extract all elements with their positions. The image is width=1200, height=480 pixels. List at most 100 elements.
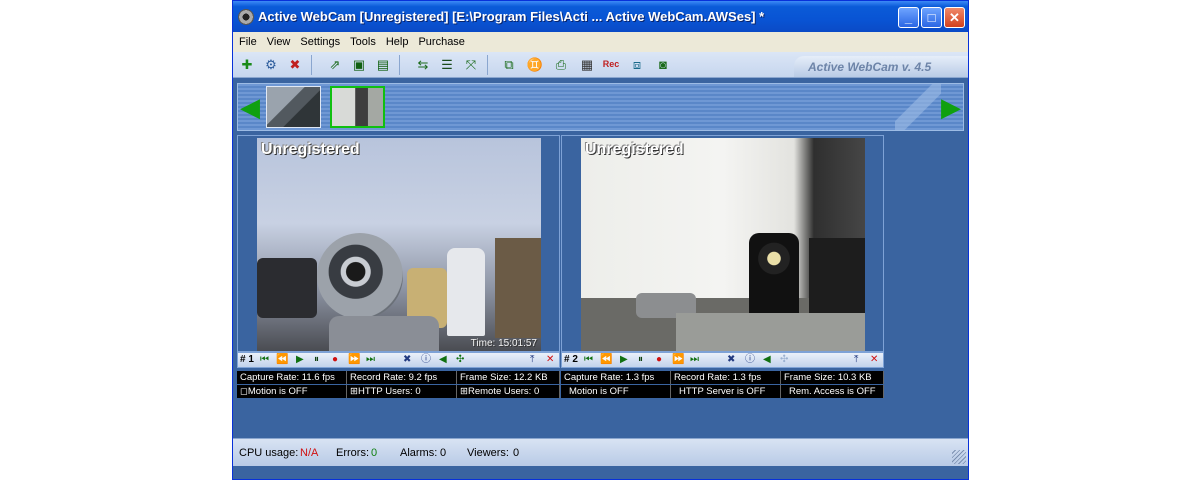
toolbar-separator — [399, 55, 400, 75]
close-camera-icon[interactable]: ✕ — [870, 353, 878, 367]
fast-forward-icon[interactable]: ⏩ — [672, 353, 684, 367]
camera-control-bar: # 2 ⏮ ⏪ ▶ ⏸ ● ⏩ ⏭ ✖ ⓘ ◀ ✣ ⤒ ✕ — [561, 352, 884, 368]
fast-forward-icon[interactable]: ⏩ — [348, 353, 360, 367]
camera-stats: Capture Rate: 11.6 fps Record Rate: 9.2 … — [237, 371, 560, 399]
users-icon[interactable]: ♊ — [525, 55, 545, 74]
menu-help[interactable]: Help — [386, 36, 409, 48]
camera-video-feed[interactable]: Unregistered — [581, 138, 865, 351]
tools-icon[interactable]: ✖ — [403, 353, 411, 367]
frame-size: Frame Size: 12.2 KB — [457, 371, 560, 384]
status-bar: CPU usage: N/A Errors: 0 Alarms: 0 Viewe… — [233, 438, 968, 466]
remote-access-status: Rem. Access is OFF — [781, 385, 884, 398]
stats-row: Capture Rate: 1.3 fps Record Rate: 1.3 f… — [561, 371, 884, 384]
menu-view[interactable]: View — [267, 36, 291, 48]
info-icon[interactable]: ⓘ — [421, 353, 431, 367]
menu-purchase[interactable]: Purchase — [418, 36, 464, 48]
telephone-shape — [257, 258, 317, 318]
menu-tools[interactable]: Tools — [350, 36, 376, 48]
log-icon[interactable]: ☰ — [437, 55, 457, 74]
menu-file[interactable]: File — [239, 36, 257, 48]
capture-rate: Capture Rate: 11.6 fps — [237, 371, 347, 384]
resize-grip-icon[interactable] — [952, 450, 966, 464]
camera-thumbnail-1[interactable] — [266, 86, 321, 128]
motion-icon[interactable]: ✣ — [780, 353, 788, 367]
remove-camera-icon[interactable]: ✖ — [285, 55, 305, 74]
checkbox-icon[interactable]: ◻ — [240, 386, 248, 397]
pause-icon[interactable]: ⏸ — [638, 353, 643, 367]
volume-icon[interactable]: ◀ — [763, 353, 771, 367]
chair-shape — [495, 238, 541, 338]
http-server-status: HTTP Server is OFF — [671, 385, 781, 398]
volume-icon[interactable]: ◀ — [439, 353, 447, 367]
fullscreen-icon[interactable]: ⤧ — [461, 55, 481, 74]
motion-icon[interactable]: ✣ — [456, 353, 464, 367]
menu-bar: File View Settings Tools Help Purchase — [233, 32, 968, 52]
import-icon[interactable]: ⇆ — [413, 55, 433, 74]
snapshot-icon[interactable]: ◙ — [653, 55, 673, 74]
camera-control-bar: # 1 ⏮ ⏪ ▶ ⏸ ● ⏩ ⏭ ✖ ⓘ ◀ ✣ ⤒ ✕ — [237, 352, 560, 368]
title-bar[interactable]: Active WebCam [Unregistered] [E:\Program… — [233, 1, 968, 32]
errors-value: 0 — [371, 447, 378, 459]
video-frame: Unregistered — [561, 135, 884, 352]
save-as-icon[interactable]: ▤ — [373, 55, 393, 74]
open-session-icon[interactable]: ⇗ — [325, 55, 345, 74]
webcam-app-icon[interactable] — [238, 9, 254, 25]
menu-settings[interactable]: Settings — [300, 36, 340, 48]
move-up-icon[interactable]: ⤒ — [854, 353, 858, 367]
scroll-right-arrow-icon[interactable]: ▶ — [941, 92, 961, 122]
cpu-usage-value: N/A — [300, 447, 319, 459]
camera-panel-2: Unregistered # 2 ⏮ ⏪ ▶ ⏸ ● ⏩ ⏭ ✖ ⓘ ◀ ✣ ⤒… — [561, 135, 884, 399]
close-button[interactable]: ✕ — [944, 7, 965, 28]
checkbox-icon[interactable]: ⊞ — [460, 386, 468, 397]
first-frame-icon[interactable]: ⏮ — [260, 353, 269, 367]
app-window: Active WebCam [Unregistered] [E:\Program… — [232, 0, 969, 480]
record-icon[interactable]: Rec — [601, 55, 621, 74]
close-camera-icon[interactable]: ✕ — [546, 353, 554, 367]
screens-icon[interactable]: ⧈ — [627, 55, 647, 74]
broadcast-icon[interactable]: ⎙ — [551, 55, 571, 74]
minimize-button[interactable]: _ — [898, 7, 919, 28]
errors-label: Errors: — [336, 447, 369, 459]
video-frame: Unregistered Time: 15:01:57 — [237, 135, 560, 352]
play-icon[interactable]: ▶ — [620, 353, 628, 367]
record-dot-icon[interactable]: ● — [332, 353, 338, 367]
checkbox-icon[interactable]: ⊞ — [350, 386, 358, 397]
film-icon[interactable]: ▦ — [577, 55, 597, 74]
last-frame-icon[interactable]: ⏭ — [690, 353, 699, 367]
camera-thumbnail-2[interactable] — [330, 86, 385, 128]
motion-status[interactable]: ◻Motion is OFF — [237, 385, 347, 398]
layout-icon[interactable]: ⧉ — [499, 55, 519, 74]
add-camera-icon[interactable]: ✚ — [237, 55, 257, 74]
scroll-left-arrow-icon[interactable]: ◀ — [240, 92, 260, 122]
webcam-device-shape — [317, 233, 403, 319]
http-users[interactable]: ⊞HTTP Users: 0 — [347, 385, 457, 398]
unregistered-overlay: Unregistered — [585, 141, 684, 158]
first-frame-icon[interactable]: ⏮ — [584, 353, 593, 367]
camera-thumbnail-strip: ◀ ▶ — [237, 83, 964, 131]
pause-icon[interactable]: ⏸ — [314, 353, 319, 367]
save-session-icon[interactable]: ▣ — [349, 55, 369, 74]
version-label: Active WebCam v. 4.5 — [794, 56, 968, 77]
move-up-icon[interactable]: ⤒ — [530, 353, 534, 367]
record-dot-icon[interactable]: ● — [656, 353, 662, 367]
camera-video-feed[interactable]: Unregistered Time: 15:01:57 — [257, 138, 541, 351]
tools-icon[interactable]: ✖ — [727, 353, 735, 367]
stats-row: ◻Motion is OFF ⊞HTTP Users: 0 ⊞Remote Us… — [237, 385, 560, 398]
info-icon[interactable]: ⓘ — [745, 353, 755, 367]
speaker-shape — [447, 248, 485, 336]
camera-properties-icon[interactable]: ⚙ — [261, 55, 281, 74]
rewind-icon[interactable]: ⏪ — [600, 353, 612, 367]
alarms-value: 0 — [440, 447, 447, 459]
remote-users[interactable]: ⊞Remote Users: 0 — [457, 385, 560, 398]
alarms-label: Alarms: — [400, 447, 438, 459]
webcam-device-shape — [749, 233, 799, 318]
camera-number: # 2 — [564, 354, 578, 365]
rewind-icon[interactable]: ⏪ — [276, 353, 288, 367]
cpu-usage-label: CPU usage: — [239, 447, 299, 459]
maximize-button[interactable]: □ — [921, 7, 942, 28]
record-rate: Record Rate: 1.3 fps — [671, 371, 781, 384]
motion-status: Motion is OFF — [561, 385, 671, 398]
play-icon[interactable]: ▶ — [296, 353, 304, 367]
last-frame-icon[interactable]: ⏭ — [366, 353, 375, 367]
record-rate: Record Rate: 9.2 fps — [347, 371, 457, 384]
